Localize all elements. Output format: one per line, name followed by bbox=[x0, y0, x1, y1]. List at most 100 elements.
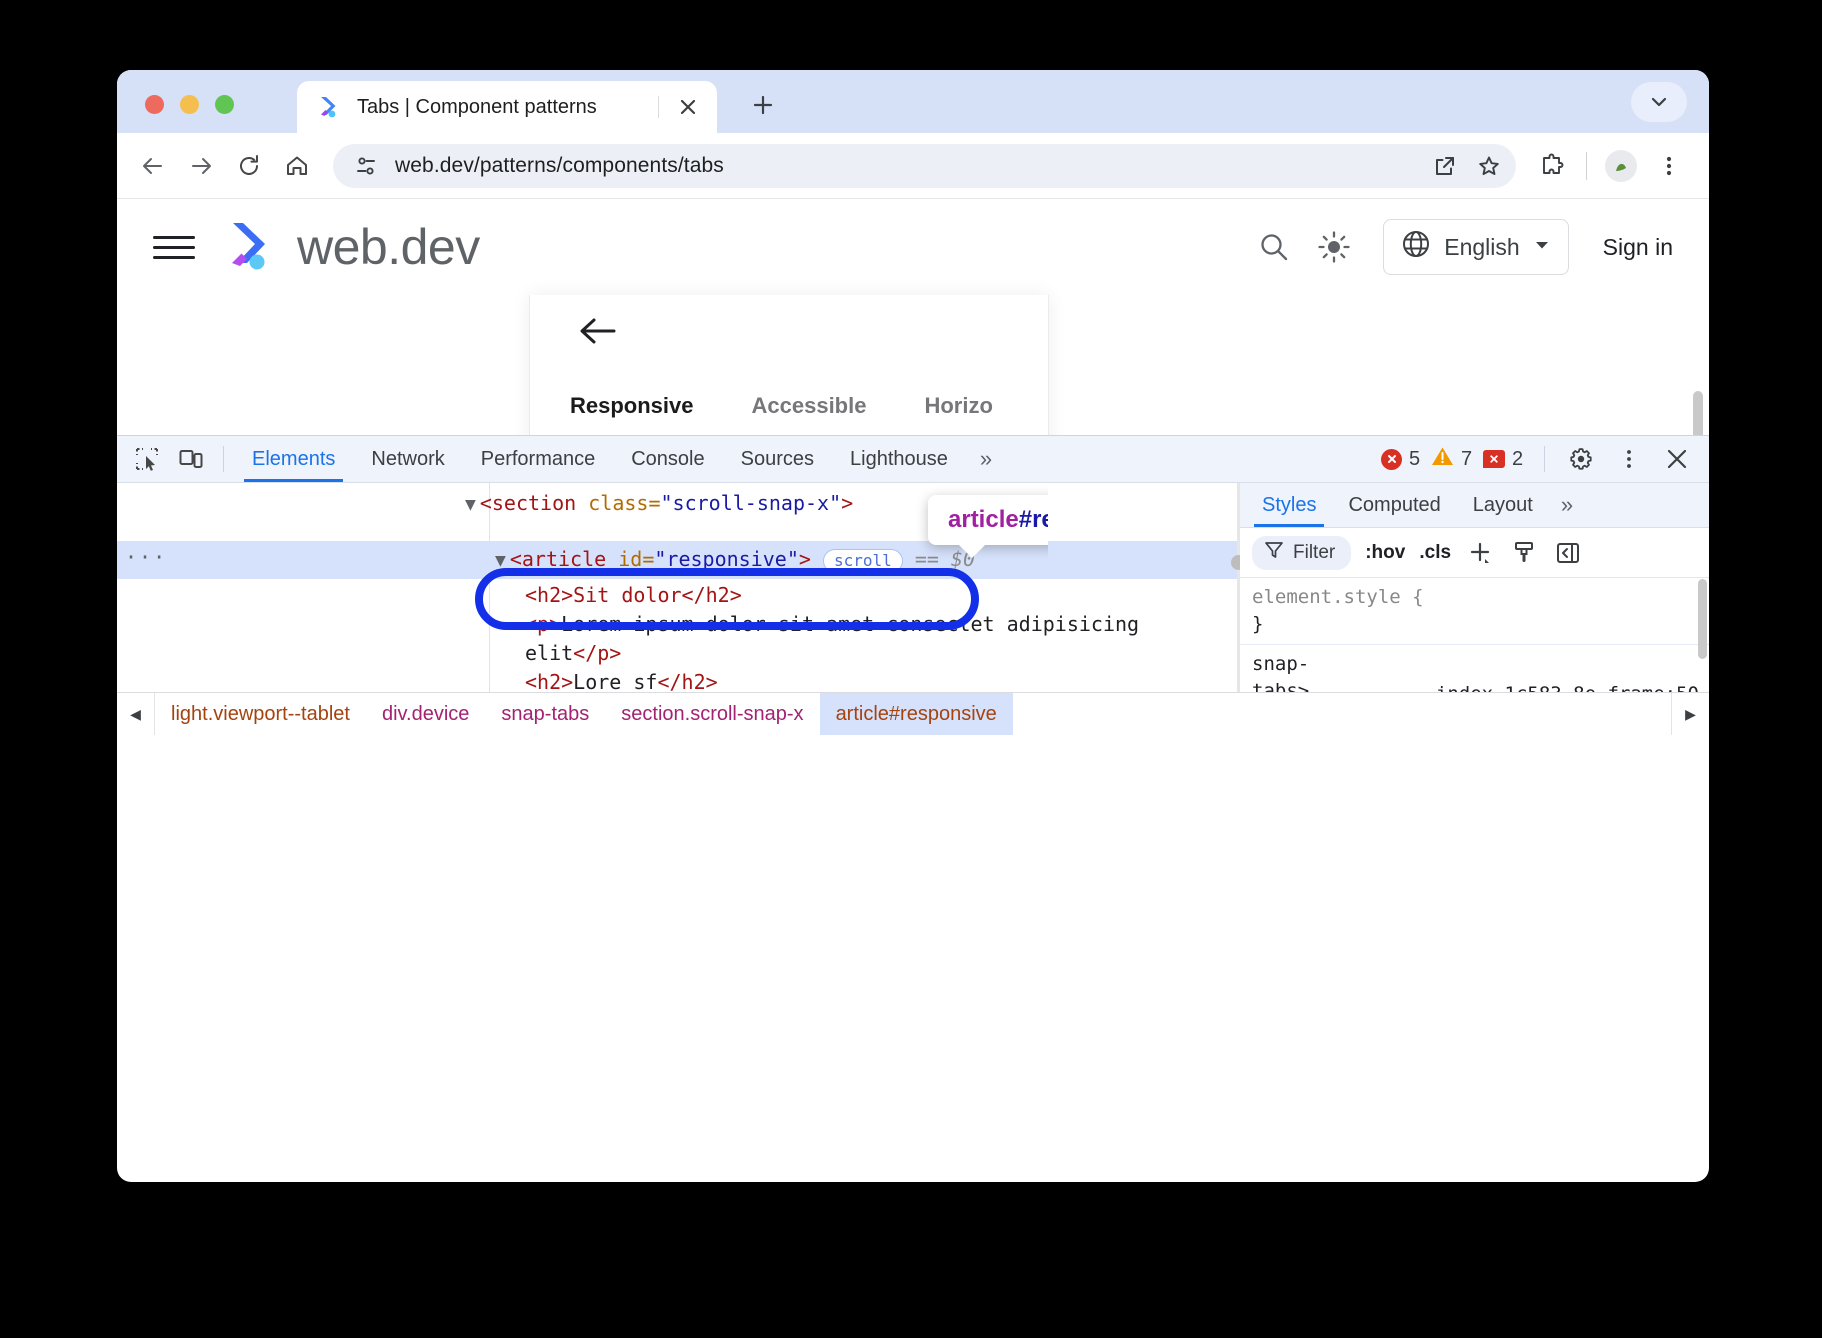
close-icon[interactable] bbox=[1655, 439, 1699, 479]
more-tabs-chevron-icon[interactable]: » bbox=[1549, 483, 1585, 527]
close-window-button[interactable] bbox=[145, 95, 164, 114]
close-icon[interactable] bbox=[673, 92, 703, 122]
filter-icon bbox=[1264, 540, 1284, 566]
avatar[interactable] bbox=[1599, 144, 1643, 188]
reload-icon[interactable] bbox=[227, 144, 271, 188]
dom-node-markup: <h2>Sit dolor</h2> bbox=[525, 583, 742, 607]
dom-node-h2-sit-dolor[interactable]: <h2>Sit dolor</h2> bbox=[117, 579, 1237, 610]
demo-tab-horizontal[interactable]: Horizo bbox=[924, 393, 992, 419]
webdev-logo-icon[interactable] bbox=[223, 218, 281, 276]
tab-console[interactable]: Console bbox=[613, 436, 722, 482]
three-dot-menu-icon[interactable] bbox=[1607, 439, 1651, 479]
plus-icon[interactable] bbox=[1465, 538, 1495, 568]
styles-scrollbar[interactable] bbox=[1698, 579, 1707, 659]
dom-attr-name: id bbox=[618, 547, 642, 571]
hamburger-menu-icon[interactable] bbox=[147, 220, 201, 274]
tab-search-chevron-down-icon[interactable] bbox=[1631, 82, 1687, 122]
tab-performance[interactable]: Performance bbox=[463, 436, 614, 482]
breadcrumb-scroll-left-icon[interactable]: ◀ bbox=[117, 693, 155, 735]
gear-icon[interactable] bbox=[1559, 439, 1603, 479]
breadcrumb-item-viewport[interactable]: light.viewport--tablet bbox=[155, 693, 366, 735]
warning-count: 7 bbox=[1461, 448, 1473, 471]
error-icon bbox=[1381, 449, 1402, 470]
breadcrumb-scroll-right-icon[interactable]: ▶ bbox=[1671, 693, 1709, 735]
expand-triangle-icon[interactable]: ▼ bbox=[495, 550, 506, 571]
paintbrush-icon[interactable] bbox=[1509, 538, 1539, 568]
three-dot-menu-icon[interactable] bbox=[1647, 144, 1691, 188]
browser-window: Tabs | Component patterns bbox=[117, 70, 1709, 1182]
expand-triangle-icon[interactable]: ▼ bbox=[465, 494, 476, 515]
tab-lighthouse[interactable]: Lighthouse bbox=[832, 436, 966, 482]
more-tabs-chevron-icon[interactable]: » bbox=[966, 436, 1006, 482]
home-icon[interactable] bbox=[275, 144, 319, 188]
dom-node-p[interactable]: <p>Lorem ipsum dolor sit amet consectet … bbox=[117, 610, 1237, 668]
tab-layout[interactable]: Layout bbox=[1457, 483, 1549, 527]
breadcrumb-item-snap-tabs[interactable]: snap-tabs bbox=[485, 693, 605, 735]
minimize-window-button[interactable] bbox=[180, 95, 199, 114]
extensions-puzzle-piece-icon[interactable] bbox=[1530, 144, 1574, 188]
dom-node-section[interactable]: ▼<section class="scroll-snap-x"> bbox=[117, 483, 1237, 519]
inspect-element-icon[interactable] bbox=[125, 439, 169, 479]
error-counter[interactable]: 5 bbox=[1381, 448, 1421, 471]
tab-sources[interactable]: Sources bbox=[723, 436, 832, 482]
maximize-window-button[interactable] bbox=[215, 95, 234, 114]
dom-tag-name: article bbox=[522, 547, 606, 571]
breadcrumb-item-device[interactable]: div.device bbox=[366, 693, 485, 735]
dom-open-tag: <p> bbox=[525, 612, 561, 636]
dom-tag-name: section bbox=[492, 491, 576, 515]
scroll-badge[interactable]: scroll bbox=[823, 549, 903, 573]
demo-tab-responsive[interactable]: Responsive bbox=[570, 393, 694, 419]
warning-counter[interactable]: 7 bbox=[1431, 446, 1473, 473]
device-toolbar-icon[interactable] bbox=[169, 439, 213, 479]
back-arrow-icon[interactable] bbox=[131, 144, 175, 188]
address-bar-url: web.dev/patterns/components/tabs bbox=[395, 154, 1416, 178]
breadcrumb-items: light.viewport--tablet div.device snap-t… bbox=[155, 693, 1671, 735]
language-selector[interactable]: English bbox=[1383, 219, 1568, 275]
tab-elements[interactable]: Elements bbox=[234, 436, 353, 482]
new-tab-button[interactable] bbox=[745, 87, 781, 123]
demo-tab-accessible[interactable]: Accessible bbox=[752, 393, 867, 419]
star-icon[interactable] bbox=[1474, 151, 1504, 181]
back-arrow-icon[interactable] bbox=[576, 311, 620, 356]
filter-placeholder: Filter bbox=[1293, 542, 1335, 564]
search-icon[interactable] bbox=[1249, 222, 1299, 272]
browser-toolbar: web.dev/patterns/components/tabs bbox=[117, 133, 1709, 199]
dom-punct: = bbox=[648, 491, 660, 515]
dom-node-article-selected[interactable]: ··· ▼<article id="responsive"> scroll ==… bbox=[117, 541, 1237, 579]
violation-counter[interactable]: 2 bbox=[1483, 448, 1524, 471]
dom-close-tag: </h2> bbox=[657, 670, 717, 694]
demo-tab-list: Responsive Accessible Horizo bbox=[530, 393, 1048, 419]
toolbar-divider bbox=[223, 446, 224, 472]
issue-icon bbox=[1483, 450, 1505, 468]
hover-state-toggle[interactable]: :hov bbox=[1365, 542, 1405, 564]
styles-tab-list: Styles Computed Layout » bbox=[1240, 483, 1709, 528]
sun-brightness-icon[interactable] bbox=[1309, 222, 1359, 272]
devtools-toolbar-right: 5 7 bbox=[1381, 439, 1709, 479]
devtools-tab-list: Elements Network Performance Console Sou… bbox=[234, 436, 1006, 482]
breadcrumb: ◀ light.viewport--tablet div.device snap… bbox=[117, 692, 1709, 735]
dom-punct: < bbox=[510, 547, 522, 571]
sign-in-link[interactable]: Sign in bbox=[1603, 234, 1673, 261]
tab-computed[interactable]: Computed bbox=[1332, 483, 1456, 527]
browser-tab-title: Tabs | Component patterns bbox=[357, 96, 644, 119]
toggle-sidebar-icon[interactable] bbox=[1553, 538, 1583, 568]
node-overflow-dots[interactable]: ··· bbox=[125, 543, 167, 572]
share-icon[interactable] bbox=[1430, 151, 1460, 181]
window-traffic-lights bbox=[145, 95, 234, 114]
class-editor-toggle[interactable]: .cls bbox=[1419, 542, 1451, 564]
breadcrumb-item-section[interactable]: section.scroll-snap-x bbox=[605, 693, 819, 735]
site-settings-icon[interactable] bbox=[351, 151, 381, 181]
breadcrumb-item-article-responsive[interactable]: article#responsive bbox=[820, 693, 1013, 735]
forward-arrow-icon[interactable] bbox=[179, 144, 223, 188]
tab-styles[interactable]: Styles bbox=[1246, 483, 1332, 527]
warning-icon bbox=[1431, 446, 1454, 473]
dom-punct: > bbox=[799, 547, 811, 571]
tab-divider bbox=[658, 96, 659, 118]
address-bar[interactable]: web.dev/patterns/components/tabs bbox=[333, 144, 1516, 188]
chevron-down-icon bbox=[1532, 234, 1552, 261]
tab-network[interactable]: Network bbox=[353, 436, 462, 482]
css-rule-element-style[interactable]: element.style { } bbox=[1240, 578, 1709, 645]
dom-open-tag: <h2> bbox=[525, 670, 573, 694]
search-input[interactable]: Filter bbox=[1252, 536, 1351, 570]
browser-tab[interactable]: Tabs | Component patterns bbox=[297, 81, 717, 133]
